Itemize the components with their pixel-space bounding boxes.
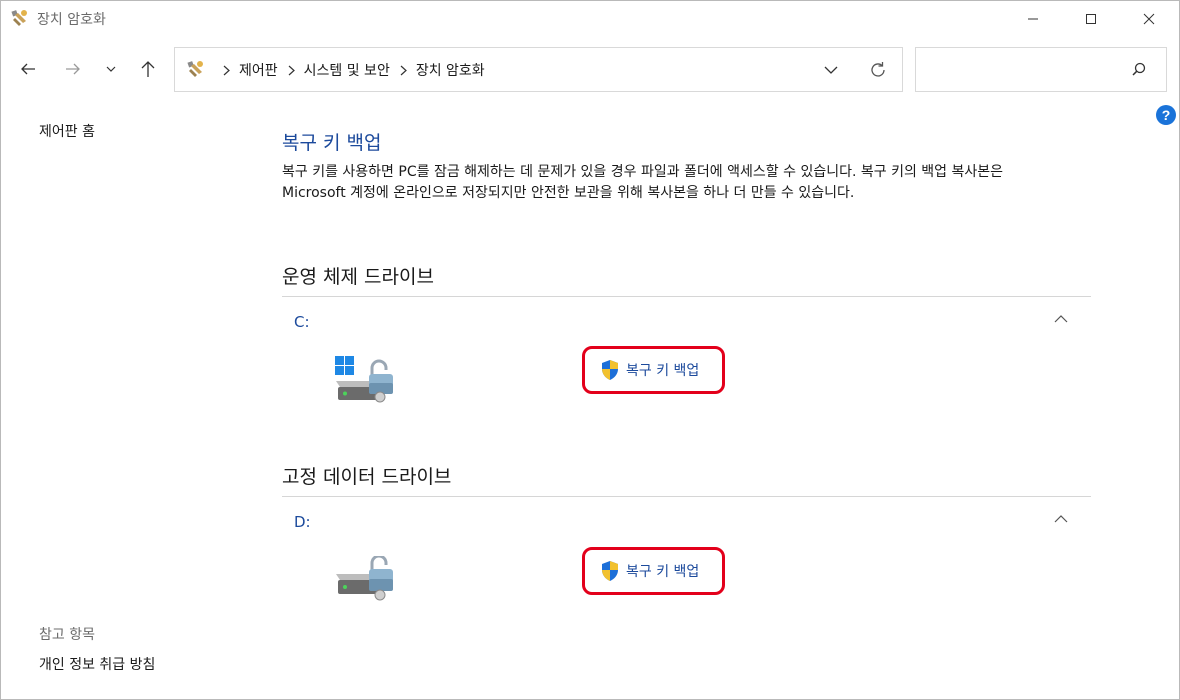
arrow-right-icon xyxy=(66,63,80,75)
search-icon[interactable] xyxy=(1130,61,1148,79)
address-history-button[interactable] xyxy=(819,58,843,82)
backup-recovery-key-c-button[interactable]: 복구 키 백업 xyxy=(582,346,725,394)
address-bar[interactable]: 제어판 시스템 및 보안 장치 암호화 xyxy=(174,47,903,92)
control-panel-home-link[interactable]: 제어판 홈 xyxy=(39,121,95,141)
collapse-drive-d-button[interactable] xyxy=(1050,509,1072,529)
arrow-up-icon xyxy=(141,61,155,77)
uac-shield-icon xyxy=(602,561,618,581)
close-icon xyxy=(1143,13,1155,25)
refresh-button[interactable] xyxy=(865,58,891,82)
arrow-left-icon xyxy=(21,63,35,75)
backup-recovery-key-label: 복구 키 백업 xyxy=(626,564,700,580)
data-drive-unlocked-icon xyxy=(336,556,393,601)
control-panel-app-icon xyxy=(11,10,27,26)
uac-shield-icon xyxy=(602,360,618,380)
minimize-icon xyxy=(1028,18,1038,20)
backup-recovery-key-label: 복구 키 백업 xyxy=(626,363,700,379)
section-divider xyxy=(282,296,1091,297)
maximize-button[interactable] xyxy=(1062,0,1120,38)
breadcrumb-control-panel[interactable]: 제어판 xyxy=(239,60,278,80)
drive-d-label[interactable]: D: xyxy=(294,513,311,531)
privacy-statement-link[interactable]: 개인 정보 취급 방침 xyxy=(39,654,155,674)
window-title: 장치 암호화 xyxy=(37,12,106,28)
section-divider xyxy=(282,496,1091,497)
collapse-drive-c-button[interactable] xyxy=(1050,309,1072,329)
recent-locations-button[interactable] xyxy=(97,54,125,84)
breadcrumb-separator-icon[interactable] xyxy=(288,65,295,76)
forward-button[interactable] xyxy=(58,54,88,84)
refresh-icon xyxy=(871,62,885,77)
page-description: 복구 키를 사용하면 PC를 잠금 해제하는 데 문제가 있을 경우 파일과 폴… xyxy=(282,164,1004,201)
help-icon[interactable]: ? xyxy=(1156,105,1176,125)
back-button[interactable] xyxy=(13,54,43,84)
chevron-down-icon xyxy=(106,66,116,72)
drive-c-label[interactable]: C: xyxy=(294,313,310,331)
breadcrumb-separator-icon[interactable] xyxy=(400,65,407,76)
see-also-heading: 참고 항목 xyxy=(39,627,95,643)
breadcrumb-system-security[interactable]: 시스템 및 보안 xyxy=(304,60,390,80)
os-drive-unlocked-icon xyxy=(335,356,393,403)
minimize-button[interactable] xyxy=(1004,0,1062,38)
breadcrumb-separator-icon[interactable] xyxy=(223,65,230,76)
maximize-icon xyxy=(1086,14,1096,24)
chevron-up-icon xyxy=(1054,315,1068,323)
breadcrumb-device-encryption[interactable]: 장치 암호화 xyxy=(416,60,485,80)
os-drive-heading: 운영 체제 드라이브 xyxy=(282,266,434,288)
close-button[interactable] xyxy=(1120,0,1178,38)
title-bar: 장치 암호화 xyxy=(0,0,1180,38)
chevron-up-icon xyxy=(1054,515,1068,523)
backup-recovery-key-d-button[interactable]: 복구 키 백업 xyxy=(582,547,725,595)
breadcrumb: 제어판 시스템 및 보안 장치 암호화 xyxy=(213,60,485,80)
fixed-drive-heading: 고정 데이터 드라이브 xyxy=(282,466,452,488)
search-input[interactable] xyxy=(915,47,1167,92)
control-panel-icon xyxy=(187,61,203,77)
chevron-down-icon xyxy=(824,66,838,74)
page-title: 복구 키 백업 xyxy=(282,132,382,154)
up-button[interactable] xyxy=(133,54,163,84)
